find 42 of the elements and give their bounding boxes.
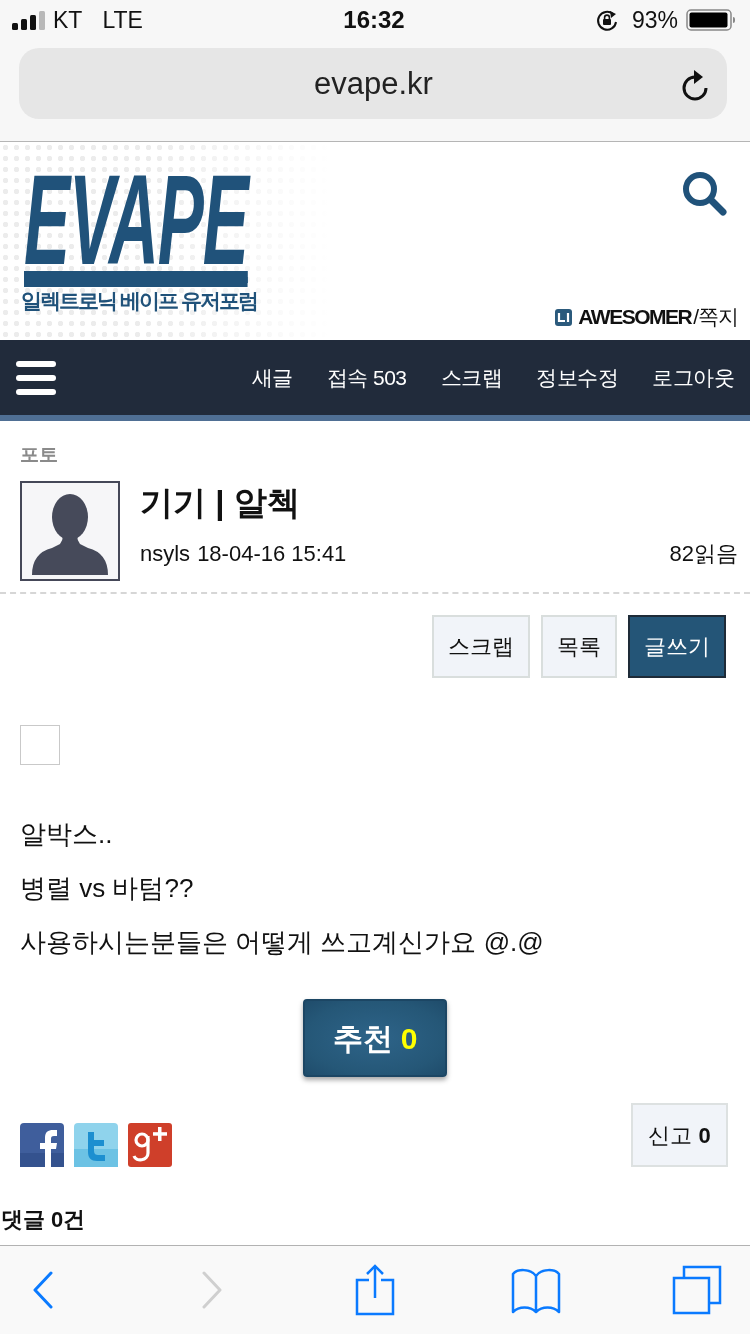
action-button[interactable]: 글쓰기 [628,615,726,678]
post-title: 기기 | 알첵 [140,483,301,523]
network-type: LTE [102,6,143,34]
carrier-name: KT [53,6,83,34]
share-icon[interactable] [355,1264,395,1316]
signal-icon [12,10,45,30]
facebook-icon[interactable] [20,1123,64,1167]
nav-link[interactable]: 스크랩 [440,364,502,391]
battery-icon [686,9,736,31]
author-name: nsyls [140,541,191,567]
category-label: 포토 [20,443,58,467]
nav-link[interactable]: 새글 [251,364,293,391]
action-button[interactable]: 목록 [541,615,617,678]
back-icon[interactable] [33,1271,53,1309]
site-tagline: 일렉트로닉 베이프 유저포럼 [21,288,257,313]
tabs-icon[interactable] [672,1265,722,1315]
rotation-lock-icon [594,8,619,32]
status-time: 16:32 [343,6,405,34]
post-text-line: 사용하시는분들은 어떻게 쓰고계신가요 @.@ [20,926,544,959]
post-date: 18-04-16 15:41 [197,541,347,567]
nav-link[interactable]: 정보수정 [536,364,618,391]
recommend-button[interactable]: 추천 0 [303,999,447,1077]
comments-heading: 댓글 0건 [1,1206,86,1234]
search-icon[interactable] [681,170,727,216]
book-icon[interactable] [511,1266,561,1314]
action-button[interactable]: 스크랩 [432,615,530,678]
messages-link[interactable]: /쪽지 [693,304,738,330]
view-count: 82읽음 [669,541,738,567]
post-text-line: 알박스.. [20,818,113,851]
image-placeholder [20,725,60,765]
menu-icon[interactable] [16,360,56,395]
battery-percent: 93% [631,6,678,34]
username: AWESOMER [578,304,692,330]
post-text-line: 병렬 vs 바텀?? [20,872,194,905]
address-field[interactable]: evape.kr [19,48,727,119]
badge-icon [555,308,573,326]
twitter-icon[interactable] [74,1123,118,1167]
nav-link[interactable]: 접속 503 [326,364,407,391]
google-plus-icon[interactable] [128,1123,172,1167]
url-text: evape.kr [313,65,434,102]
report-button[interactable]: 신고 0 [631,1103,728,1167]
nav-link[interactable]: 로그아웃 [652,364,734,391]
